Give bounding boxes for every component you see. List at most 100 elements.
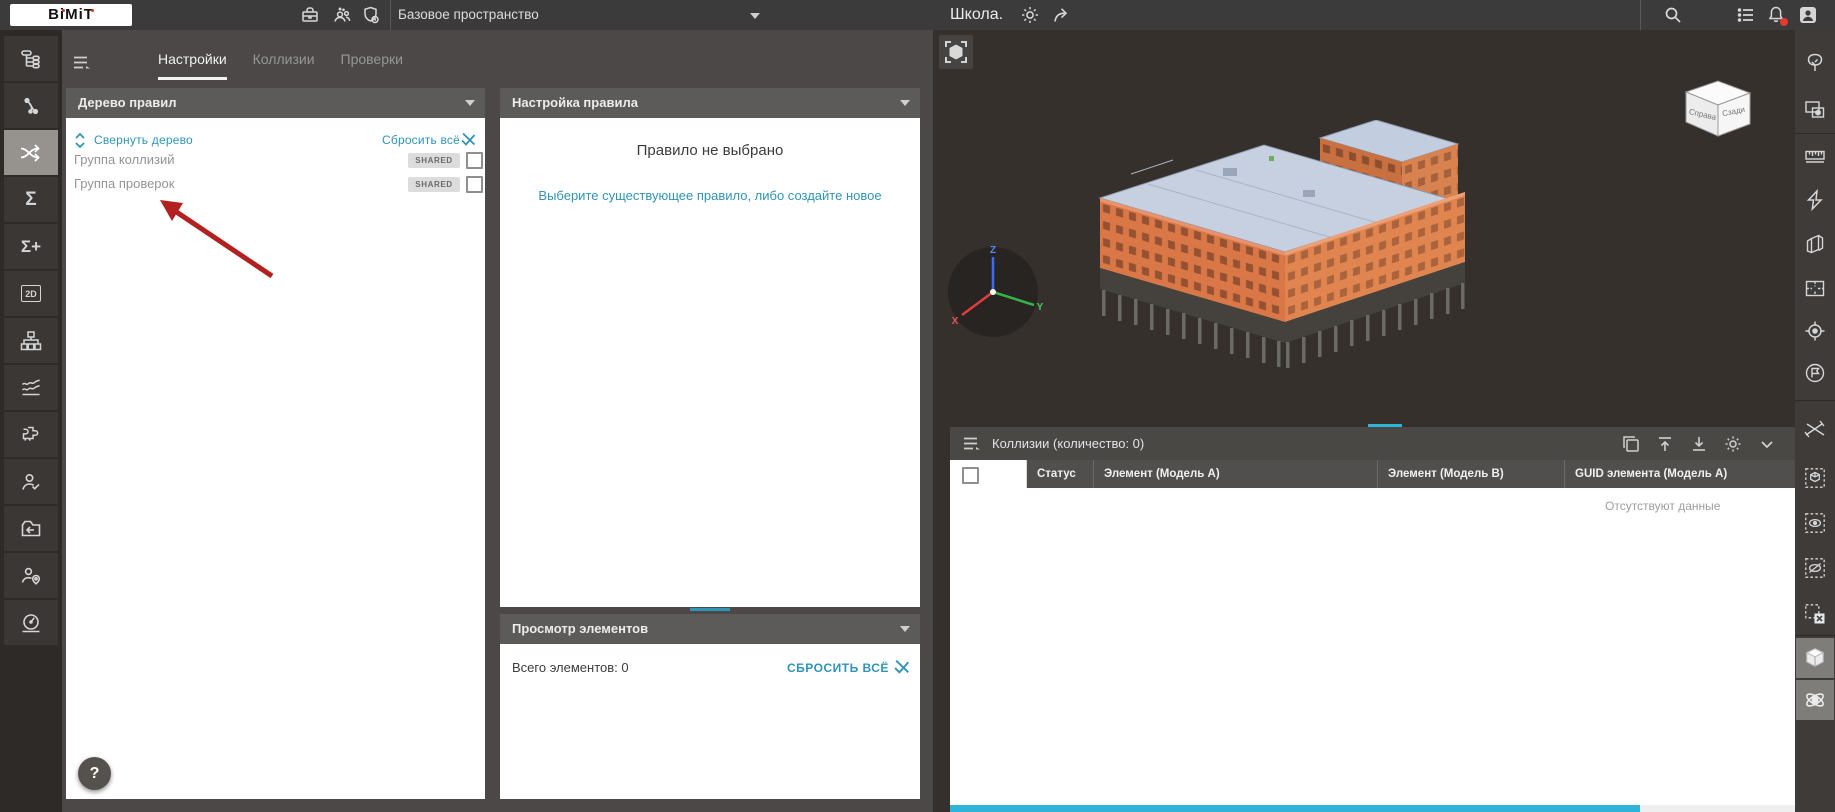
reset-visibility-icon[interactable]: [460, 131, 477, 147]
shield-status-icon[interactable]: [361, 5, 381, 25]
column-header-guid-a[interactable]: GUID элемента (Модель A): [1565, 460, 1795, 488]
empty-table-message: Отсутствуют данные: [1605, 499, 1721, 513]
sidebar-item-export-folder[interactable]: [4, 506, 58, 551]
export-icon[interactable]: [1689, 434, 1709, 454]
help-button[interactable]: ?: [78, 757, 111, 790]
sidebar-item-user-location[interactable]: [4, 553, 58, 598]
floor-plan-icon[interactable]: [1798, 270, 1832, 308]
project-title: Школа.: [950, 6, 1004, 23]
collapse-chevron-icon[interactable]: [1757, 434, 1777, 454]
panel-tabs: Настройки Коллизии Проверки: [158, 51, 403, 80]
tab-checks[interactable]: Проверки: [341, 51, 403, 80]
annotation-arrow: [160, 200, 274, 279]
horizontal-scrollbar-thumb[interactable]: [950, 805, 1640, 812]
focus-target-icon[interactable]: [1798, 312, 1832, 350]
sidebar-item-2d-view[interactable]: 2D: [4, 271, 58, 316]
rule-empty-title: Правило не выбрано: [636, 142, 784, 159]
sidebar-item-sum[interactable]: Σ: [4, 177, 58, 222]
sidebar-item-plugins[interactable]: [4, 412, 58, 457]
column-header-status[interactable]: Статус: [1027, 460, 1094, 488]
panel-menu-icon[interactable]: [72, 54, 92, 72]
navigation-cube[interactable]: Справа Сзади: [1678, 72, 1760, 140]
team-icon[interactable]: [332, 5, 352, 25]
collapse-tree-link[interactable]: Свернуть дерево: [94, 133, 193, 147]
sidebar-item-dashboard[interactable]: [4, 600, 58, 645]
tree-item-checkbox[interactable]: [466, 176, 483, 193]
settings-gear-icon[interactable]: [1020, 5, 1040, 25]
show-eye-icon[interactable]: [1798, 504, 1832, 542]
elements-view-header[interactable]: Просмотр элементов: [500, 614, 920, 644]
orbit-rotate-icon[interactable]: [1796, 680, 1834, 720]
axis-z-label: Z: [990, 245, 996, 256]
panel-splitter-handle[interactable]: [690, 608, 730, 611]
rule-tree-body: Свернуть дерево Сбросить всё Группа колл…: [66, 118, 485, 799]
crossed-axes-icon[interactable]: [1798, 411, 1832, 449]
app-logo[interactable]: BiMiT: [10, 4, 132, 26]
solid-cube-mode-icon[interactable]: [1796, 638, 1834, 678]
section-prism-icon[interactable]: [1798, 225, 1832, 263]
building-model: [1098, 120, 1465, 368]
elements-view-body: Всего элементов: 0 СБРОСИТЬ ВСЁ: [500, 644, 920, 799]
axis-gizmo[interactable]: Z X Y: [941, 242, 1047, 348]
ruler-icon[interactable]: [1798, 137, 1832, 175]
account-icon[interactable]: [1798, 5, 1818, 25]
sidebar-item-sum-add[interactable]: Σ+: [4, 224, 58, 269]
rule-empty-hint-link[interactable]: Выберите существующее правило, либо созд…: [500, 188, 920, 203]
chevron-down-icon: [750, 13, 760, 19]
tab-settings[interactable]: Настройки: [158, 51, 227, 80]
selection-overlap-icon[interactable]: [1798, 91, 1832, 129]
tree-item-label: Группа проверок: [74, 176, 175, 191]
select-all-checkbox[interactable]: [962, 467, 979, 484]
notifications-bell-icon[interactable]: [1766, 5, 1788, 26]
collisions-header: Коллизии (количество: 0): [950, 427, 1795, 460]
table-settings-icon[interactable]: [1723, 434, 1743, 454]
column-header-element-a[interactable]: Элемент (Модель A): [1094, 460, 1378, 488]
share-icon[interactable]: [1052, 5, 1072, 25]
shared-badge: SHARED: [408, 153, 460, 168]
tree-vegetation-icon[interactable]: [1798, 44, 1832, 82]
search-icon[interactable]: [1663, 5, 1683, 25]
column-header-element-b[interactable]: Элемент (Модель B): [1378, 460, 1565, 488]
tree-item-checkbox[interactable]: [466, 152, 483, 169]
cube-selection-icon[interactable]: [1798, 459, 1832, 497]
menu-list-icon[interactable]: [1736, 5, 1756, 25]
topbar-divider: [1640, 0, 1641, 30]
logo-red-dot: [62, 9, 65, 12]
briefcase-icon[interactable]: [300, 5, 320, 25]
notification-badge: [1780, 18, 1788, 26]
rule-settings-header[interactable]: Настройка правила: [500, 88, 920, 118]
reset-all-link[interactable]: Сбросить всё: [382, 133, 460, 147]
reset-all-uppercase-link[interactable]: СБРОСИТЬ ВСЁ: [787, 661, 889, 675]
rule-tree-header[interactable]: Дерево правил: [66, 88, 485, 118]
collisions-title: Коллизии (количество: 0): [992, 436, 1145, 451]
tree-item-label: Группа коллизий: [74, 152, 175, 167]
bimit-app: BiMiT Базовое пространство Школа. Σ Σ+ 2…: [0, 0, 1835, 812]
shared-badge: SHARED: [408, 177, 460, 192]
reset-visibility-icon[interactable]: [893, 658, 911, 675]
sidebar-item-collisions-shuffle[interactable]: [4, 130, 58, 175]
sidebar-item-model-tree[interactable]: [4, 36, 58, 81]
app-logo-text: BiMiT: [48, 6, 94, 23]
focus-model-button[interactable]: [939, 35, 973, 69]
elements-view-title: Просмотр элементов: [512, 621, 649, 636]
collapse-tree-icon[interactable]: [74, 132, 86, 149]
sidebar-item-structure[interactable]: [4, 318, 58, 363]
sidebar-item-relations[interactable]: [4, 83, 58, 128]
sidebar-item-user-check[interactable]: [4, 459, 58, 504]
axis-x-label: X: [952, 316, 959, 327]
flag-marker-icon[interactable]: [1798, 354, 1832, 392]
sidebar-item-charts[interactable]: [4, 365, 58, 410]
select-all-cell: [950, 460, 1027, 488]
sigma-plus-glyph: Σ+: [20, 236, 42, 256]
flash-collision-icon[interactable]: [1798, 181, 1832, 219]
duplicate-icon[interactable]: [1621, 434, 1641, 454]
tab-collisions[interactable]: Коллизии: [253, 51, 315, 80]
panel-menu-icon[interactable]: [962, 435, 982, 453]
horizontal-scrollbar-track[interactable]: [950, 805, 1795, 812]
hide-eye-off-icon[interactable]: [1798, 549, 1832, 587]
top-bar: BiMiT Базовое пространство Школа.: [0, 0, 1835, 32]
clear-selection-icon[interactable]: [1798, 595, 1832, 633]
sigma-glyph: Σ: [25, 188, 37, 210]
axis-y-label: Y: [1037, 302, 1044, 313]
import-icon[interactable]: [1655, 434, 1675, 454]
